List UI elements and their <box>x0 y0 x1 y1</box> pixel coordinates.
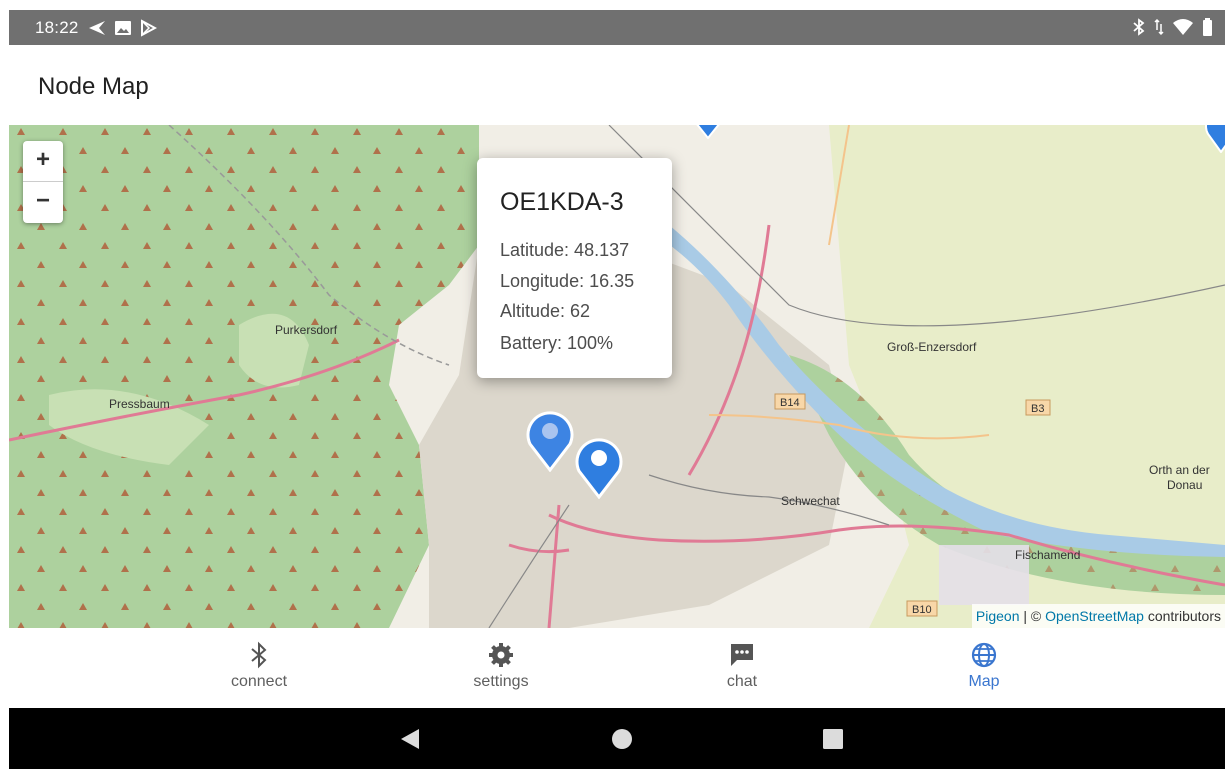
image-icon <box>115 21 131 35</box>
home-icon[interactable] <box>611 727 633 751</box>
nav-settings-label: settings <box>473 673 529 690</box>
globe-icon <box>971 642 997 668</box>
road-shield-b10: B10 <box>912 604 932 616</box>
map-attribution: Pigeon | © OpenStreetMap contributors <box>971 604 1225 628</box>
page-title: Node Map <box>38 73 149 100</box>
chat-icon <box>731 644 753 666</box>
nav-settings[interactable]: settings <box>441 641 561 691</box>
send-icon <box>89 21 105 35</box>
gear-icon <box>489 643 513 667</box>
bluetooth-icon <box>251 641 267 669</box>
node-popup: OE1KDA-3 Latitude: 48.137 Longitude: 16.… <box>477 158 672 378</box>
bottom-navigation: connect settings chat Map <box>9 628 1225 708</box>
zoom-control: + − <box>23 141 63 223</box>
battery-icon <box>1203 18 1212 36</box>
data-arrows-icon <box>1154 18 1164 36</box>
nav-connect[interactable]: connect <box>199 641 319 691</box>
wifi-icon <box>1173 19 1193 35</box>
osm-link[interactable]: OpenStreetMap <box>1045 608 1144 624</box>
place-schwechat: Schwechat <box>781 494 840 508</box>
popup-longitude: Longitude: 16.35 <box>500 271 635 291</box>
map-marker-icon[interactable] <box>573 435 625 499</box>
map-marker-selected-icon[interactable] <box>524 408 576 472</box>
back-icon[interactable] <box>399 727 421 751</box>
map-marker-icon[interactable] <box>1205 125 1225 153</box>
attribution-separator: | © <box>1019 608 1046 624</box>
map-view[interactable]: Purkersdorf Pressbaum Groß-Enzersdorf Sc… <box>9 125 1225 628</box>
nav-map[interactable]: Map <box>924 641 1044 691</box>
zoom-in-button[interactable]: + <box>23 141 63 181</box>
popup-title: OE1KDA-3 <box>500 188 624 216</box>
popup-battery: Battery: 100% <box>500 333 614 353</box>
play-store-icon <box>141 19 157 37</box>
map-marker-icon[interactable] <box>692 125 724 139</box>
nav-chat-label: chat <box>726 673 758 690</box>
nav-map-label: Map <box>968 673 1000 690</box>
recents-icon[interactable] <box>822 727 844 751</box>
nav-chat[interactable]: chat <box>682 641 802 691</box>
status-time: 18:22 <box>35 18 79 37</box>
road-shield-b14: B14 <box>780 397 800 409</box>
place-orth-line2: Donau <box>1167 478 1202 492</box>
pigeon-link[interactable]: Pigeon <box>976 608 1020 624</box>
road-shield-b3: B3 <box>1031 403 1044 415</box>
zoom-out-button[interactable]: − <box>23 181 63 222</box>
place-gross-enzersdorf: Groß-Enzersdorf <box>887 340 977 354</box>
left-border <box>0 0 9 769</box>
popup-latitude: Latitude: 48.137 <box>500 240 630 260</box>
app-bar: Node Map <box>9 45 1225 125</box>
place-pressbaum: Pressbaum <box>109 397 170 411</box>
nav-connect-label: connect <box>230 673 288 690</box>
bluetooth-status-icon <box>1133 18 1145 36</box>
place-fischamend: Fischamend <box>1015 548 1080 562</box>
system-navigation-bar <box>9 708 1225 769</box>
place-orth-line1: Orth an der <box>1149 463 1210 477</box>
popup-altitude: Altitude: 62 <box>500 301 591 321</box>
status-right-icons <box>1132 18 1213 36</box>
status-bar: 18:22 <box>9 10 1225 45</box>
attribution-contributors: contributors <box>1143 608 1221 624</box>
place-purkersdorf: Purkersdorf <box>275 323 338 337</box>
